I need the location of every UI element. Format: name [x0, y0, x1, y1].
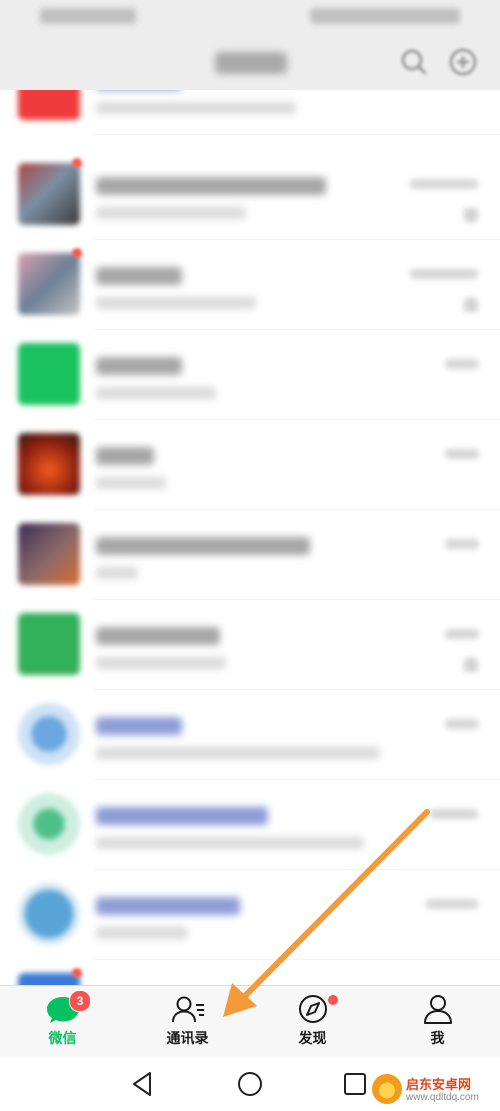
chat-time-blurred [410, 269, 478, 279]
person-icon [420, 993, 456, 1025]
chat-preview-blurred [96, 207, 246, 219]
chat-name-blurred [96, 357, 182, 375]
site-watermark: 启东安卓网 www.qdltdq.com [372, 1072, 500, 1110]
chat-avatar [18, 523, 80, 585]
status-icons-blurred [310, 8, 460, 24]
status-carrier-blurred [40, 8, 136, 24]
chat-name-blurred [96, 717, 182, 735]
chat-list-item[interactable] [0, 690, 500, 780]
compass-icon [295, 993, 331, 1025]
status-bar [0, 0, 500, 34]
tab-me[interactable]: 我 [375, 986, 500, 1058]
chat-name-blurred [96, 177, 326, 195]
home-circle-icon[interactable] [235, 1069, 265, 1099]
chat-time-blurred [430, 809, 478, 819]
chat-avatar [18, 253, 80, 315]
chat-avatar [18, 613, 80, 675]
chat-avatar [18, 793, 80, 855]
chat-preview-blurred [96, 567, 138, 579]
contacts-icon [170, 993, 206, 1025]
tab-label: 我 [430, 1031, 445, 1047]
unread-dot [72, 248, 82, 258]
watermark-name: 启东安卓网 [406, 1078, 472, 1093]
unread-dot [72, 968, 82, 978]
chat-time-blurred [445, 629, 479, 639]
chat-preview-blurred [96, 102, 296, 114]
chat-list-item[interactable] [0, 330, 500, 420]
chat-preview-blurred [96, 477, 166, 489]
page-title-blurred [215, 52, 287, 74]
watermark-logo-icon [372, 1074, 402, 1104]
chat-time-blurred [445, 359, 479, 369]
chat-preview-blurred [96, 387, 216, 399]
chat-time-blurred [445, 449, 479, 459]
mute-icon [464, 298, 478, 312]
chat-avatar [18, 343, 80, 405]
mute-icon [464, 658, 478, 672]
mute-icon [464, 208, 478, 222]
chat-name-blurred [96, 897, 240, 915]
chat-name-blurred [96, 627, 220, 645]
chat-list-item[interactable] [0, 150, 500, 240]
new-dot [327, 994, 339, 1006]
chat-time-blurred [445, 539, 479, 549]
chat-avatar [18, 703, 80, 765]
chat-list-item[interactable] [0, 240, 500, 330]
chat-avatar [18, 90, 80, 120]
back-triangle-icon[interactable] [128, 1069, 158, 1099]
chat-name-blurred [96, 537, 310, 555]
chat-list-item[interactable] [0, 870, 500, 960]
add-plus-icon[interactable] [447, 46, 479, 78]
tab-label: 微信 [48, 1031, 77, 1047]
chat-avatar [18, 433, 80, 495]
chat-preview-blurred [96, 747, 380, 759]
chat-list-item[interactable] [0, 960, 500, 985]
divider [94, 134, 500, 135]
chat-preview-blurred [96, 297, 256, 309]
tab-discover[interactable]: 发现 [250, 986, 375, 1058]
chat-avatar [18, 973, 80, 985]
chat-list-item[interactable] [0, 90, 500, 135]
chat-avatar [18, 883, 80, 945]
chat-list-item[interactable] [0, 420, 500, 510]
chat-list-item[interactable] [0, 780, 500, 870]
chat-time-blurred [445, 719, 479, 729]
unread-badge: 3 [69, 990, 91, 1012]
chat-name-blurred [96, 267, 182, 285]
tab-chats[interactable]: 3 微信 [0, 986, 125, 1058]
bottom-tab-bar: 3 微信 通讯录 发现 我 [0, 985, 500, 1058]
app-header [0, 34, 500, 90]
chat-name-blurred [96, 807, 268, 825]
tab-label: 通讯录 [166, 1031, 209, 1047]
chat-preview-blurred [96, 657, 226, 669]
chat-time-blurred [426, 899, 478, 909]
tab-contacts[interactable]: 通讯录 [125, 986, 250, 1058]
chat-list-item[interactable] [0, 510, 500, 600]
search-icon[interactable] [398, 46, 430, 78]
chat-preview-blurred [96, 837, 364, 849]
chat-list[interactable] [0, 90, 500, 985]
tab-label: 发现 [298, 1031, 327, 1047]
watermark-url: www.qdltdq.com [406, 1092, 479, 1103]
chat-name-blurred [96, 447, 154, 465]
chat-list-item[interactable] [0, 600, 500, 690]
chat-avatar [18, 163, 80, 225]
chat-time-blurred [410, 179, 478, 189]
unread-dot [72, 158, 82, 168]
chat-preview-blurred [96, 927, 188, 939]
recents-square-icon[interactable] [340, 1069, 370, 1099]
